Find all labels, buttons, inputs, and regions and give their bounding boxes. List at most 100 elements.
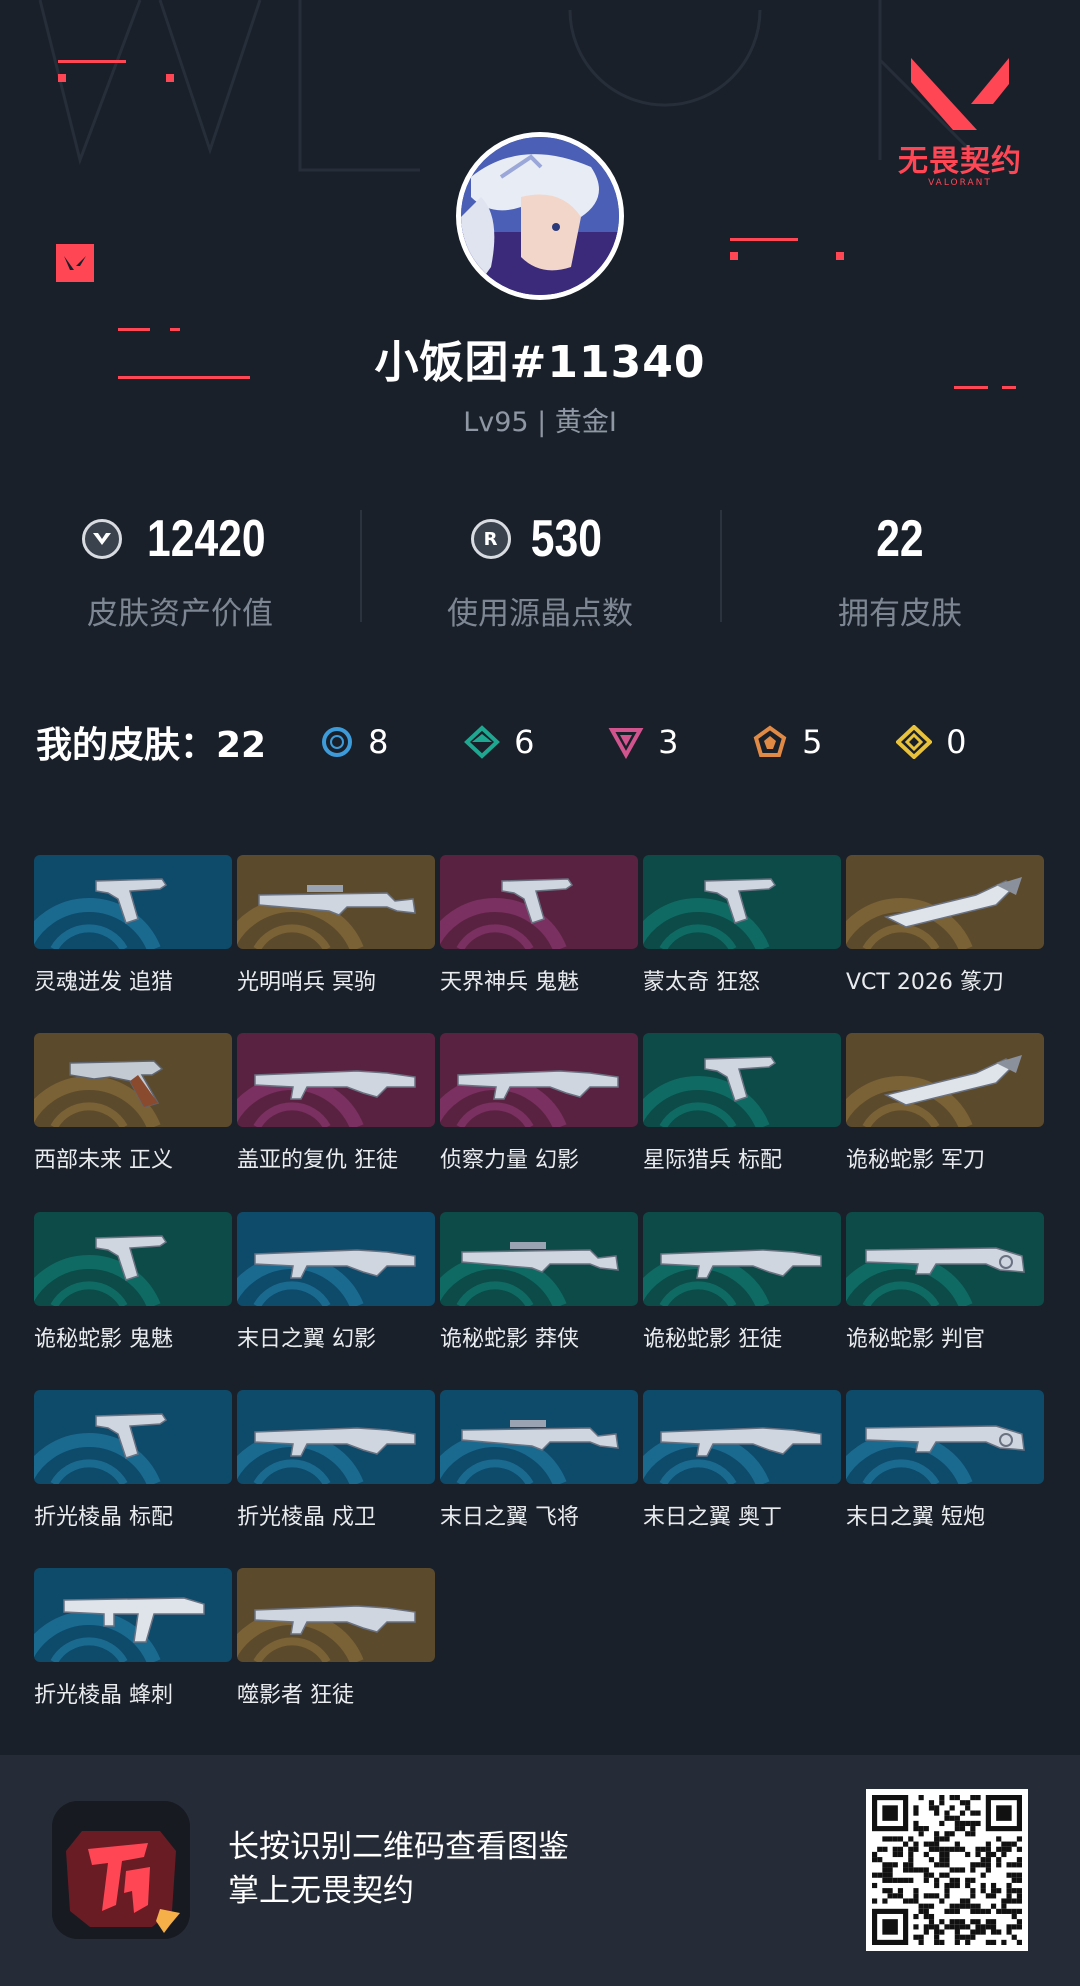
- footer: 长按识别二维码查看图鉴 掌上无畏契约: [0, 1755, 1080, 1986]
- weapon-pistol-icon: [704, 1056, 777, 1102]
- username: 小饭团#11340: [374, 337, 706, 388]
- footer-app-name: 掌上无畏契约: [228, 1873, 414, 1909]
- avatar[interactable]: [456, 132, 624, 300]
- tier-ultra: 0: [896, 723, 1040, 761]
- tier-premium: 3: [608, 723, 752, 761]
- skin-card[interactable]: 折光棱晶 标配: [34, 1390, 232, 1531]
- footer-hint: 长按识别二维码查看图鉴: [228, 1829, 569, 1865]
- skin-card[interactable]: VCT 2026 篆刀: [846, 855, 1044, 996]
- weapon-rifle-icon: [254, 1249, 416, 1279]
- weapon-smg-icon: [63, 1597, 205, 1643]
- skin-name: 诡秘蛇影 狂徒: [643, 1327, 782, 1352]
- stats-row: 12420 皮肤资产价值 R 530 使用源晶点数 22 拥有皮肤: [0, 500, 1080, 640]
- skin-thumbnail: [440, 1212, 638, 1306]
- skin-card[interactable]: 折光棱晶 蜂刺: [34, 1568, 232, 1709]
- tier-deluxe: 6: [464, 723, 608, 761]
- skin-thumbnail: [643, 1033, 841, 1127]
- skin-thumbnail: [846, 1033, 1044, 1127]
- tier-count: 5: [802, 723, 823, 761]
- skin-card[interactable]: 折光棱晶 戍卫: [237, 1390, 435, 1531]
- skin-name: 末日之翼 奥丁: [643, 1505, 782, 1530]
- skin-thumbnail: [237, 855, 435, 949]
- weapon-rifle-icon: [660, 1249, 822, 1279]
- tier-count: 8: [368, 723, 389, 761]
- skin-card[interactable]: 诡秘蛇影 鬼魅: [34, 1212, 232, 1353]
- skin-card[interactable]: 诡秘蛇影 莽侠: [440, 1212, 638, 1353]
- vp-icon: [81, 519, 122, 559]
- skin-thumbnail: [440, 1390, 638, 1484]
- skin-name: 噬影者 狂徒: [237, 1683, 354, 1708]
- qr-code[interactable]: [866, 1789, 1028, 1951]
- skin-name: 折光棱晶 标配: [34, 1505, 173, 1530]
- weapon-rifle-icon: [254, 1070, 416, 1100]
- skin-card[interactable]: 末日之翼 幻影: [237, 1212, 435, 1353]
- valorant-logo-icon: [911, 58, 1009, 130]
- tier-select: 8: [320, 723, 464, 761]
- skin-card[interactable]: 侦察力量 幻影: [440, 1033, 638, 1174]
- skin-card[interactable]: 诡秘蛇影 军刀: [846, 1033, 1044, 1174]
- valorant-badge-icon: [56, 244, 94, 282]
- weapon-pistol-icon: [95, 1413, 168, 1459]
- select-tier-icon: [322, 727, 353, 757]
- qr-code-icon: [872, 1795, 1022, 1945]
- skin-name: 诡秘蛇影 判官: [846, 1327, 985, 1352]
- tier-count: 6: [514, 723, 535, 761]
- skin-name: 诡秘蛇影 军刀: [846, 1148, 985, 1173]
- skin-name: 诡秘蛇影 莽侠: [440, 1327, 579, 1352]
- weapon-sniper-icon: [461, 1242, 619, 1273]
- skin-card[interactable]: 天界神兵 鬼魅: [440, 855, 638, 996]
- profile-share-card: 无畏契约 VALORANT 小饭团#11340 Lv95 | 黄金I 12420…: [0, 0, 1080, 1986]
- stat-skin-value: 12420 皮肤资产价值: [0, 500, 360, 640]
- weapon-pistol-icon: [95, 1235, 168, 1281]
- skin-name: 折光棱晶 蜂刺: [34, 1683, 173, 1708]
- skin-card[interactable]: 末日之翼 奥丁: [643, 1390, 841, 1531]
- brand-name: 无畏契约: [898, 144, 1022, 179]
- app-icon[interactable]: [52, 1801, 190, 1939]
- weapon-pistol-icon: [501, 878, 574, 924]
- skin-name: 蒙太奇 狂怒: [643, 970, 760, 995]
- skin-thumbnail: [846, 1390, 1044, 1484]
- weapon-revolver-icon: [69, 1060, 164, 1108]
- skins-summary: 我的皮肤：22 8 6 3 5 0: [36, 712, 1046, 772]
- skin-name: 天界神兵 鬼魅: [440, 970, 579, 995]
- stat-value: 22: [876, 510, 924, 568]
- skin-card[interactable]: 灵魂迸发 追猎: [34, 855, 232, 996]
- skin-card[interactable]: 盖亚的复仇 狂徒: [237, 1033, 435, 1174]
- stat-label: 使用源晶点数: [447, 596, 633, 632]
- tier-exclusive: 5: [752, 723, 896, 761]
- skin-thumbnail: [237, 1568, 435, 1662]
- skin-name: 侦察力量 幻影: [440, 1148, 579, 1173]
- skin-card[interactable]: 末日之翼 飞将: [440, 1390, 638, 1531]
- skin-name: 折光棱晶 戍卫: [237, 1505, 376, 1530]
- skin-card[interactable]: 噬影者 狂徒: [237, 1568, 435, 1709]
- skin-card[interactable]: 光明哨兵 冥驹: [237, 855, 435, 996]
- skin-name: 灵魂迸发 追猎: [34, 970, 173, 995]
- deluxe-tier-icon: [464, 725, 501, 759]
- skin-name: 星际猎兵 标配: [643, 1148, 782, 1173]
- brand-logo: 无畏契约 VALORANT: [880, 52, 1040, 188]
- skin-thumbnail: [643, 1390, 841, 1484]
- skin-thumbnail: [34, 1212, 232, 1306]
- skin-card[interactable]: 诡秘蛇影 判官: [846, 1212, 1044, 1353]
- weapon-sniper-icon: [461, 1420, 619, 1451]
- skin-thumbnail: [237, 1390, 435, 1484]
- skin-card[interactable]: 蒙太奇 狂怒: [643, 855, 841, 996]
- skin-card[interactable]: 诡秘蛇影 狂徒: [643, 1212, 841, 1353]
- skin-card[interactable]: 西部未来 正义: [34, 1033, 232, 1174]
- skin-thumbnail: [237, 1212, 435, 1306]
- skin-name: 诡秘蛇影 鬼魅: [34, 1327, 173, 1352]
- skin-thumbnail: [643, 855, 841, 949]
- weapon-rifle-icon: [254, 1427, 416, 1457]
- skin-name: 西部未来 正义: [34, 1148, 173, 1173]
- skin-thumbnail: [34, 1033, 232, 1127]
- weapon-rifle-icon: [660, 1427, 822, 1457]
- skin-thumbnail: [237, 1033, 435, 1127]
- skin-name: 盖亚的复仇 狂徒: [237, 1148, 398, 1173]
- weapon-rifle-icon: [457, 1070, 619, 1100]
- skin-thumbnail: [34, 1390, 232, 1484]
- weapon-shotgun-icon: [865, 1425, 1025, 1453]
- skin-card[interactable]: 星际猎兵 标配: [643, 1033, 841, 1174]
- skin-name: 光明哨兵 冥驹: [237, 970, 376, 995]
- skin-card[interactable]: 末日之翼 短炮: [846, 1390, 1044, 1531]
- stat-value: 530: [530, 510, 602, 568]
